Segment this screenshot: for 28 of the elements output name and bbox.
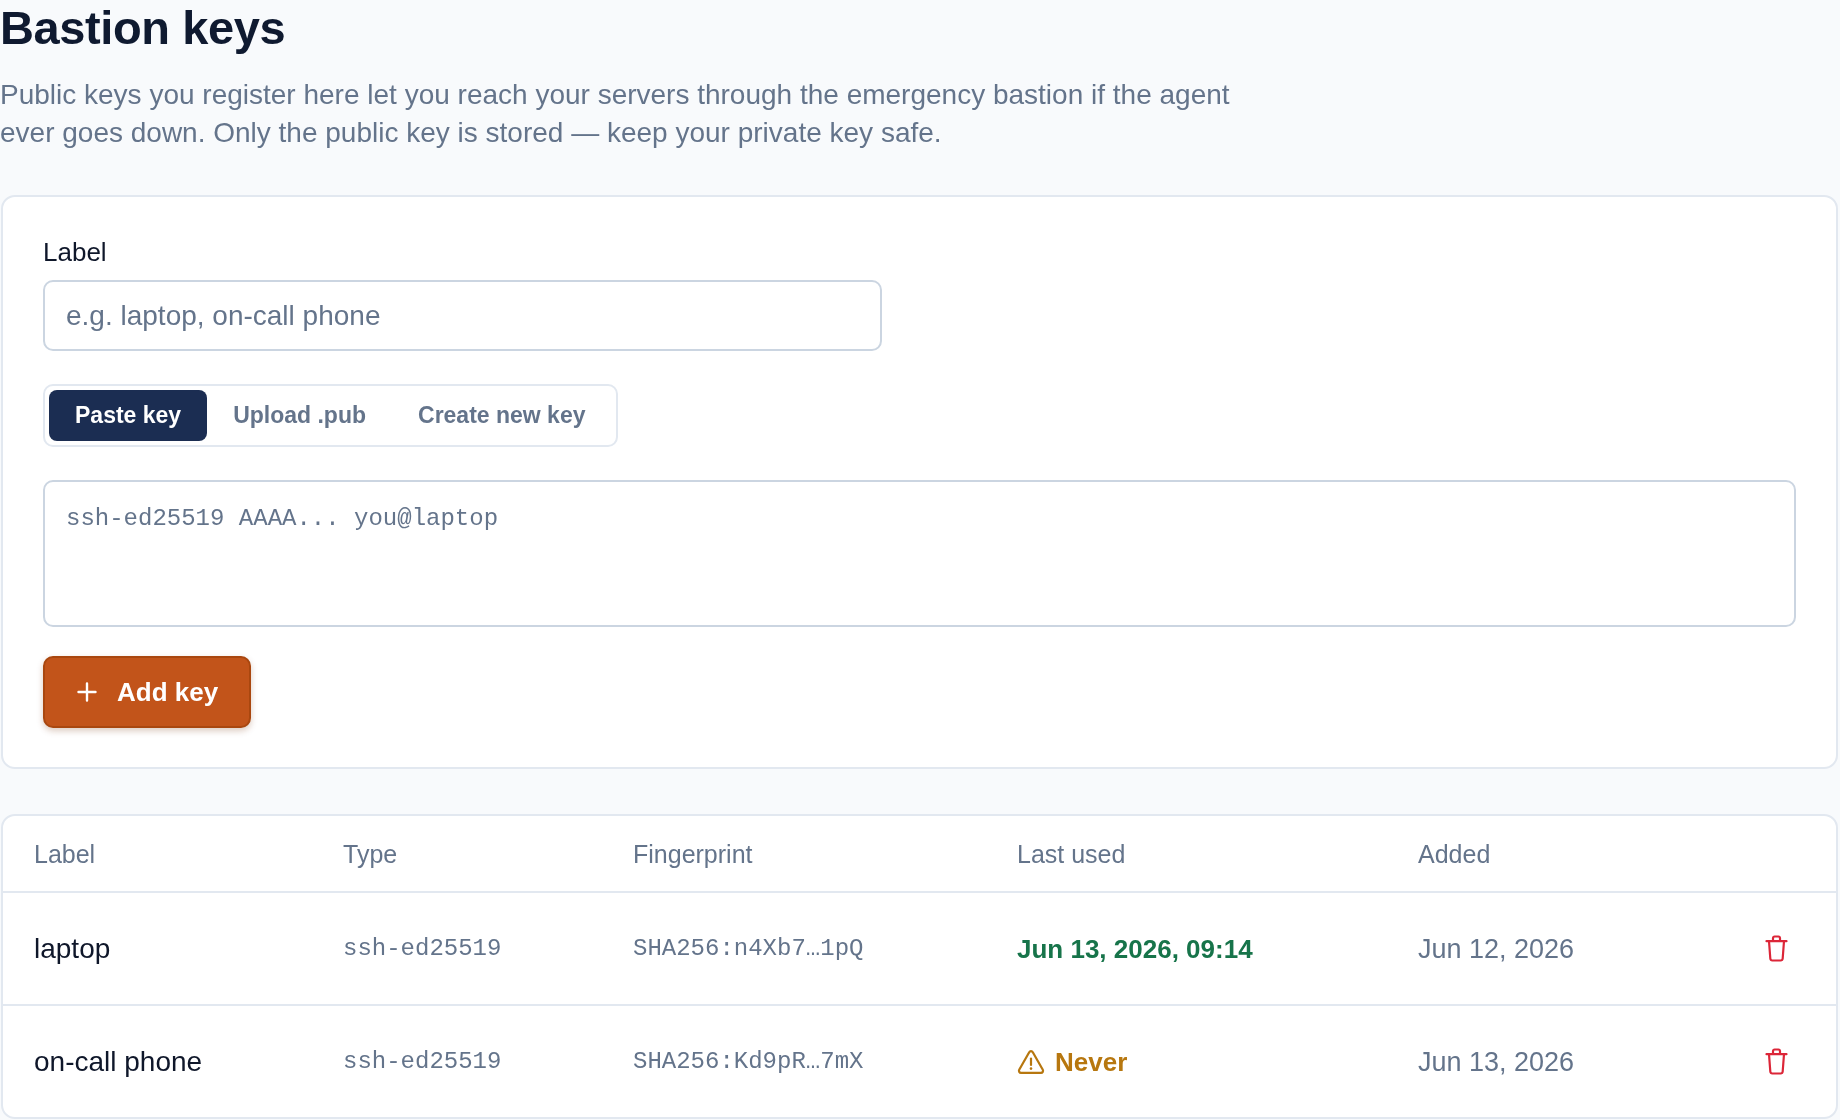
- tab[interactable]: Upload .pub: [207, 390, 392, 441]
- column-header: Fingerprint: [633, 838, 753, 869]
- key-input[interactable]: ssh-ed25519 AAAA... you@laptop: [43, 480, 1796, 627]
- trash-icon: [1765, 1048, 1788, 1075]
- key-label: on-call phone: [34, 1044, 203, 1079]
- plus-icon: [77, 682, 97, 702]
- add-key-button[interactable]: Add key: [43, 656, 252, 728]
- key-fingerprint: SHA256:n4Xb7…1pQ: [633, 933, 864, 964]
- page-title: Bastion keys: [0, 0, 286, 56]
- column-header: Label: [34, 838, 96, 869]
- key-fingerprint: SHA256:Kd9pR…7mX: [633, 1046, 864, 1077]
- added-date: Jun 13, 2026: [1418, 1045, 1575, 1078]
- last-used-status: Never: [1055, 1045, 1128, 1078]
- page-description: Public keys you register here let you reach your servers through the emergency bastion if the agent ever goes down. Only the public key is stored — keep your private key safe.: [0, 78, 1231, 150]
- column-header: Added: [1418, 838, 1491, 869]
- field-label: Label: [43, 237, 107, 267]
- column-header: Last used: [1017, 838, 1126, 869]
- added-date: Jun 12, 2026: [1418, 932, 1575, 965]
- key-type: ssh-ed25519: [343, 1046, 502, 1077]
- tab[interactable]: Paste key: [49, 390, 208, 441]
- last-used-status: Jun 13, 2026, 09:14: [1017, 932, 1253, 965]
- trash-icon: [1765, 935, 1788, 962]
- warning-icon: [1017, 1048, 1045, 1075]
- column-header: Type: [343, 838, 398, 869]
- tab[interactable]: Create new key: [392, 390, 612, 441]
- label-input[interactable]: e.g. laptop, on-call phone: [43, 280, 882, 351]
- key-type: ssh-ed25519: [343, 933, 502, 964]
- key-label: laptop: [34, 931, 111, 966]
